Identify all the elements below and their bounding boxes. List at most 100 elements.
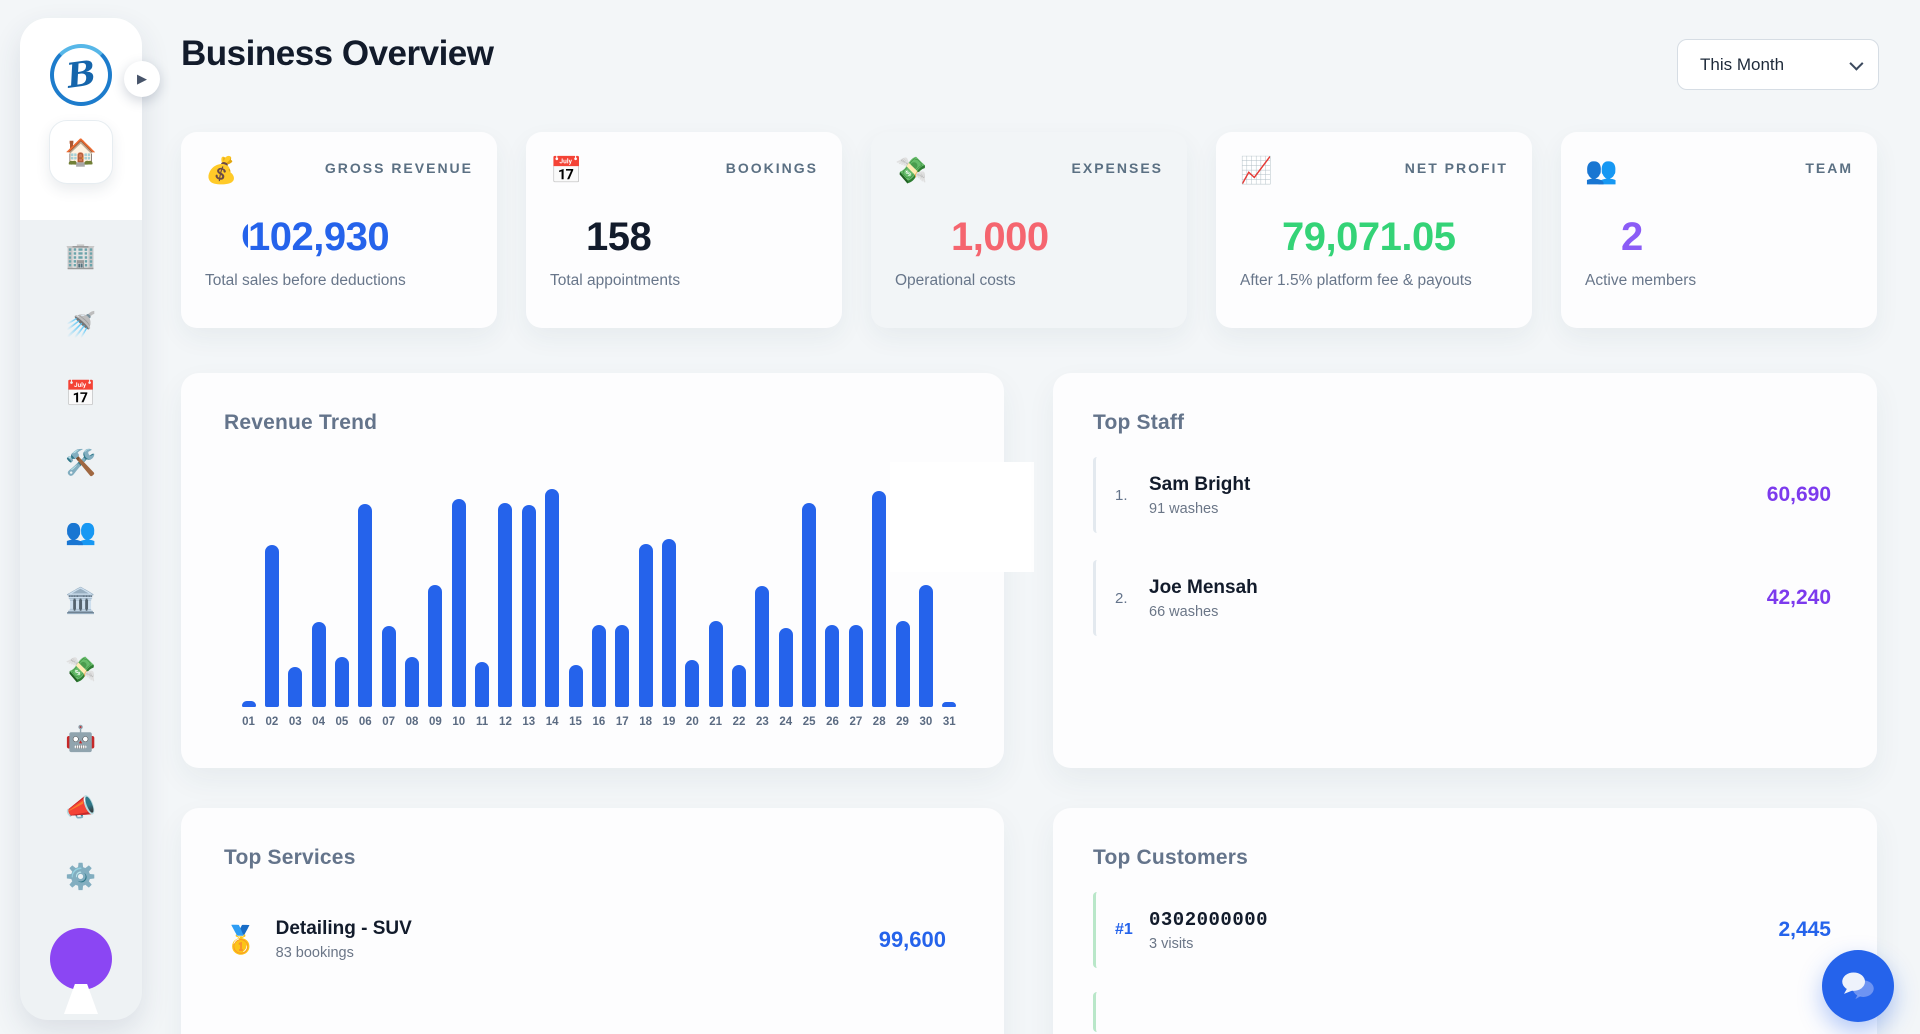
x-tick-label: 26 <box>826 716 839 728</box>
bar <box>545 489 559 707</box>
stat-value: 158 <box>550 215 818 260</box>
top-staff-card: Top Staff 1. Sam Bright 91 washes 60,690… <box>1053 373 1877 768</box>
bar <box>592 625 606 707</box>
bar-column: 13 <box>517 505 540 728</box>
sidebar-item-locations[interactable]: 🏢 <box>61 242 101 270</box>
chevron-down-icon <box>1849 56 1863 70</box>
sidebar-item-settings[interactable]: ⚙️ <box>61 863 101 891</box>
bar-column: 03 <box>284 667 307 728</box>
logo-letter: B <box>64 53 98 97</box>
tools-icon: 🛠️ <box>65 451 96 476</box>
rank-label: #1 <box>1115 921 1149 939</box>
bar-column: 01 <box>237 701 260 728</box>
money-wings-icon: 💸 <box>65 658 96 683</box>
page-title: Business Overview <box>181 34 494 74</box>
x-tick-label: 15 <box>569 716 582 728</box>
bar-column: 21 <box>704 621 727 728</box>
bar-column: 02 <box>260 545 283 728</box>
gear-icon: ⚙️ <box>65 865 96 890</box>
bar-column: 28 <box>868 491 891 728</box>
x-tick-label: 01 <box>242 716 255 728</box>
bar-column: 07 <box>377 626 400 728</box>
bar-column: 15 <box>564 665 587 728</box>
bar <box>872 491 886 707</box>
sidebar-expand-button[interactable]: ▶ <box>124 61 160 97</box>
staff-name: Joe Mensah <box>1149 577 1258 599</box>
currency-sliver: ₵ <box>241 215 248 260</box>
bar-column: 22 <box>728 665 751 728</box>
sidebar-item-marketing[interactable]: 📣 <box>61 794 101 822</box>
bar <box>896 621 910 707</box>
chat-button[interactable] <box>1822 950 1894 1022</box>
period-select[interactable]: This Month <box>1677 39 1879 90</box>
x-tick-label: 12 <box>499 716 512 728</box>
user-avatar[interactable] <box>50 928 112 990</box>
money-bag-icon: 💰 <box>205 156 237 185</box>
stat-label: EXPENSES <box>1072 156 1163 176</box>
stat-label: GROSS REVENUE <box>325 156 473 176</box>
staff-name: Sam Bright <box>1149 474 1250 496</box>
bar <box>662 539 676 707</box>
bar <box>569 665 583 707</box>
bar-column: 31 <box>938 702 961 728</box>
sidebar-item-expenses[interactable]: 💸 <box>61 656 101 684</box>
staff-detail: 91 washes <box>1149 501 1250 517</box>
x-tick-label: 24 <box>779 716 792 728</box>
section-title: Top Staff <box>1093 411 1837 435</box>
x-tick-label: 02 <box>265 716 278 728</box>
sidebar-item-washes[interactable]: 🚿 <box>61 311 101 339</box>
calendar-icon: 📅 <box>65 382 96 407</box>
sidebar-item-automation[interactable]: 🤖 <box>61 725 101 753</box>
x-tick-label: 22 <box>733 716 746 728</box>
staff-detail: 66 washes <box>1149 604 1258 620</box>
sidebar-item-services[interactable]: 🛠️ <box>61 449 101 477</box>
stat-label: NET PROFIT <box>1405 156 1508 176</box>
sidebar-item-bookings[interactable]: 📅 <box>61 380 101 408</box>
stat-card-net-profit: 📈 NET PROFIT 79,071.05 After 1.5% platfo… <box>1216 132 1532 328</box>
bar-column: 04 <box>307 622 330 728</box>
x-tick-label: 13 <box>522 716 535 728</box>
list-item: 🥇 Detailing - SUV 83 bookings 99,600 <box>224 918 1004 961</box>
sidebar-item-home[interactable]: 🏠 <box>49 120 113 184</box>
sidebar-bottom <box>50 891 112 1020</box>
stat-value: ₵102,930 <box>205 215 473 260</box>
sidebar-item-bank[interactable]: 🏛️ <box>61 587 101 615</box>
x-tick-label: 28 <box>873 716 886 728</box>
bar <box>639 544 653 707</box>
stat-value: 1,000 <box>895 215 1163 260</box>
bar <box>825 625 839 707</box>
stat-card-bookings: 📅 BOOKINGS 158 Total appointments <box>526 132 842 328</box>
bar <box>755 586 769 707</box>
sidebar-top-section: B 🏠 <box>20 18 142 220</box>
x-tick-label: 17 <box>616 716 629 728</box>
bank-icon: 🏛️ <box>65 589 96 614</box>
chart-title: Revenue Trend <box>224 411 1004 435</box>
x-tick-label: 16 <box>592 716 605 728</box>
bar <box>242 701 256 707</box>
x-tick-label: 29 <box>896 716 909 728</box>
bar <box>732 665 746 707</box>
bar <box>288 667 302 707</box>
service-detail: 83 bookings <box>276 945 412 961</box>
sidebar: B 🏠 🏢🚿📅🛠️👥🏛️💸🤖📣⚙️ ▶ <box>20 18 142 1020</box>
bar <box>919 585 933 707</box>
list-item: 1. Sam Bright 91 washes 60,690 <box>1093 457 1837 533</box>
stat-subtitle: After 1.5% platform fee & payouts <box>1240 272 1508 290</box>
x-tick-label: 21 <box>709 716 722 728</box>
x-tick-label: 07 <box>382 716 395 728</box>
sidebar-item-team[interactable]: 👥 <box>61 518 101 546</box>
x-tick-label: 30 <box>920 716 933 728</box>
x-tick-label: 20 <box>686 716 699 728</box>
stat-card-gross-revenue: 💰 GROSS REVENUE ₵102,930 Total sales bef… <box>181 132 497 328</box>
bar-column: 05 <box>330 657 353 728</box>
robot-icon: 🤖 <box>65 727 96 752</box>
x-tick-label: 06 <box>359 716 372 728</box>
bar <box>615 625 629 707</box>
team-icon: 👥 <box>1585 156 1617 185</box>
stat-label: TEAM <box>1805 156 1853 176</box>
stat-value: 2 <box>1585 215 1853 260</box>
bar-column: 20 <box>681 660 704 728</box>
staff-value: 42,240 <box>1767 586 1837 610</box>
stat-subtitle: Total appointments <box>550 272 818 290</box>
x-tick-label: 27 <box>849 716 862 728</box>
